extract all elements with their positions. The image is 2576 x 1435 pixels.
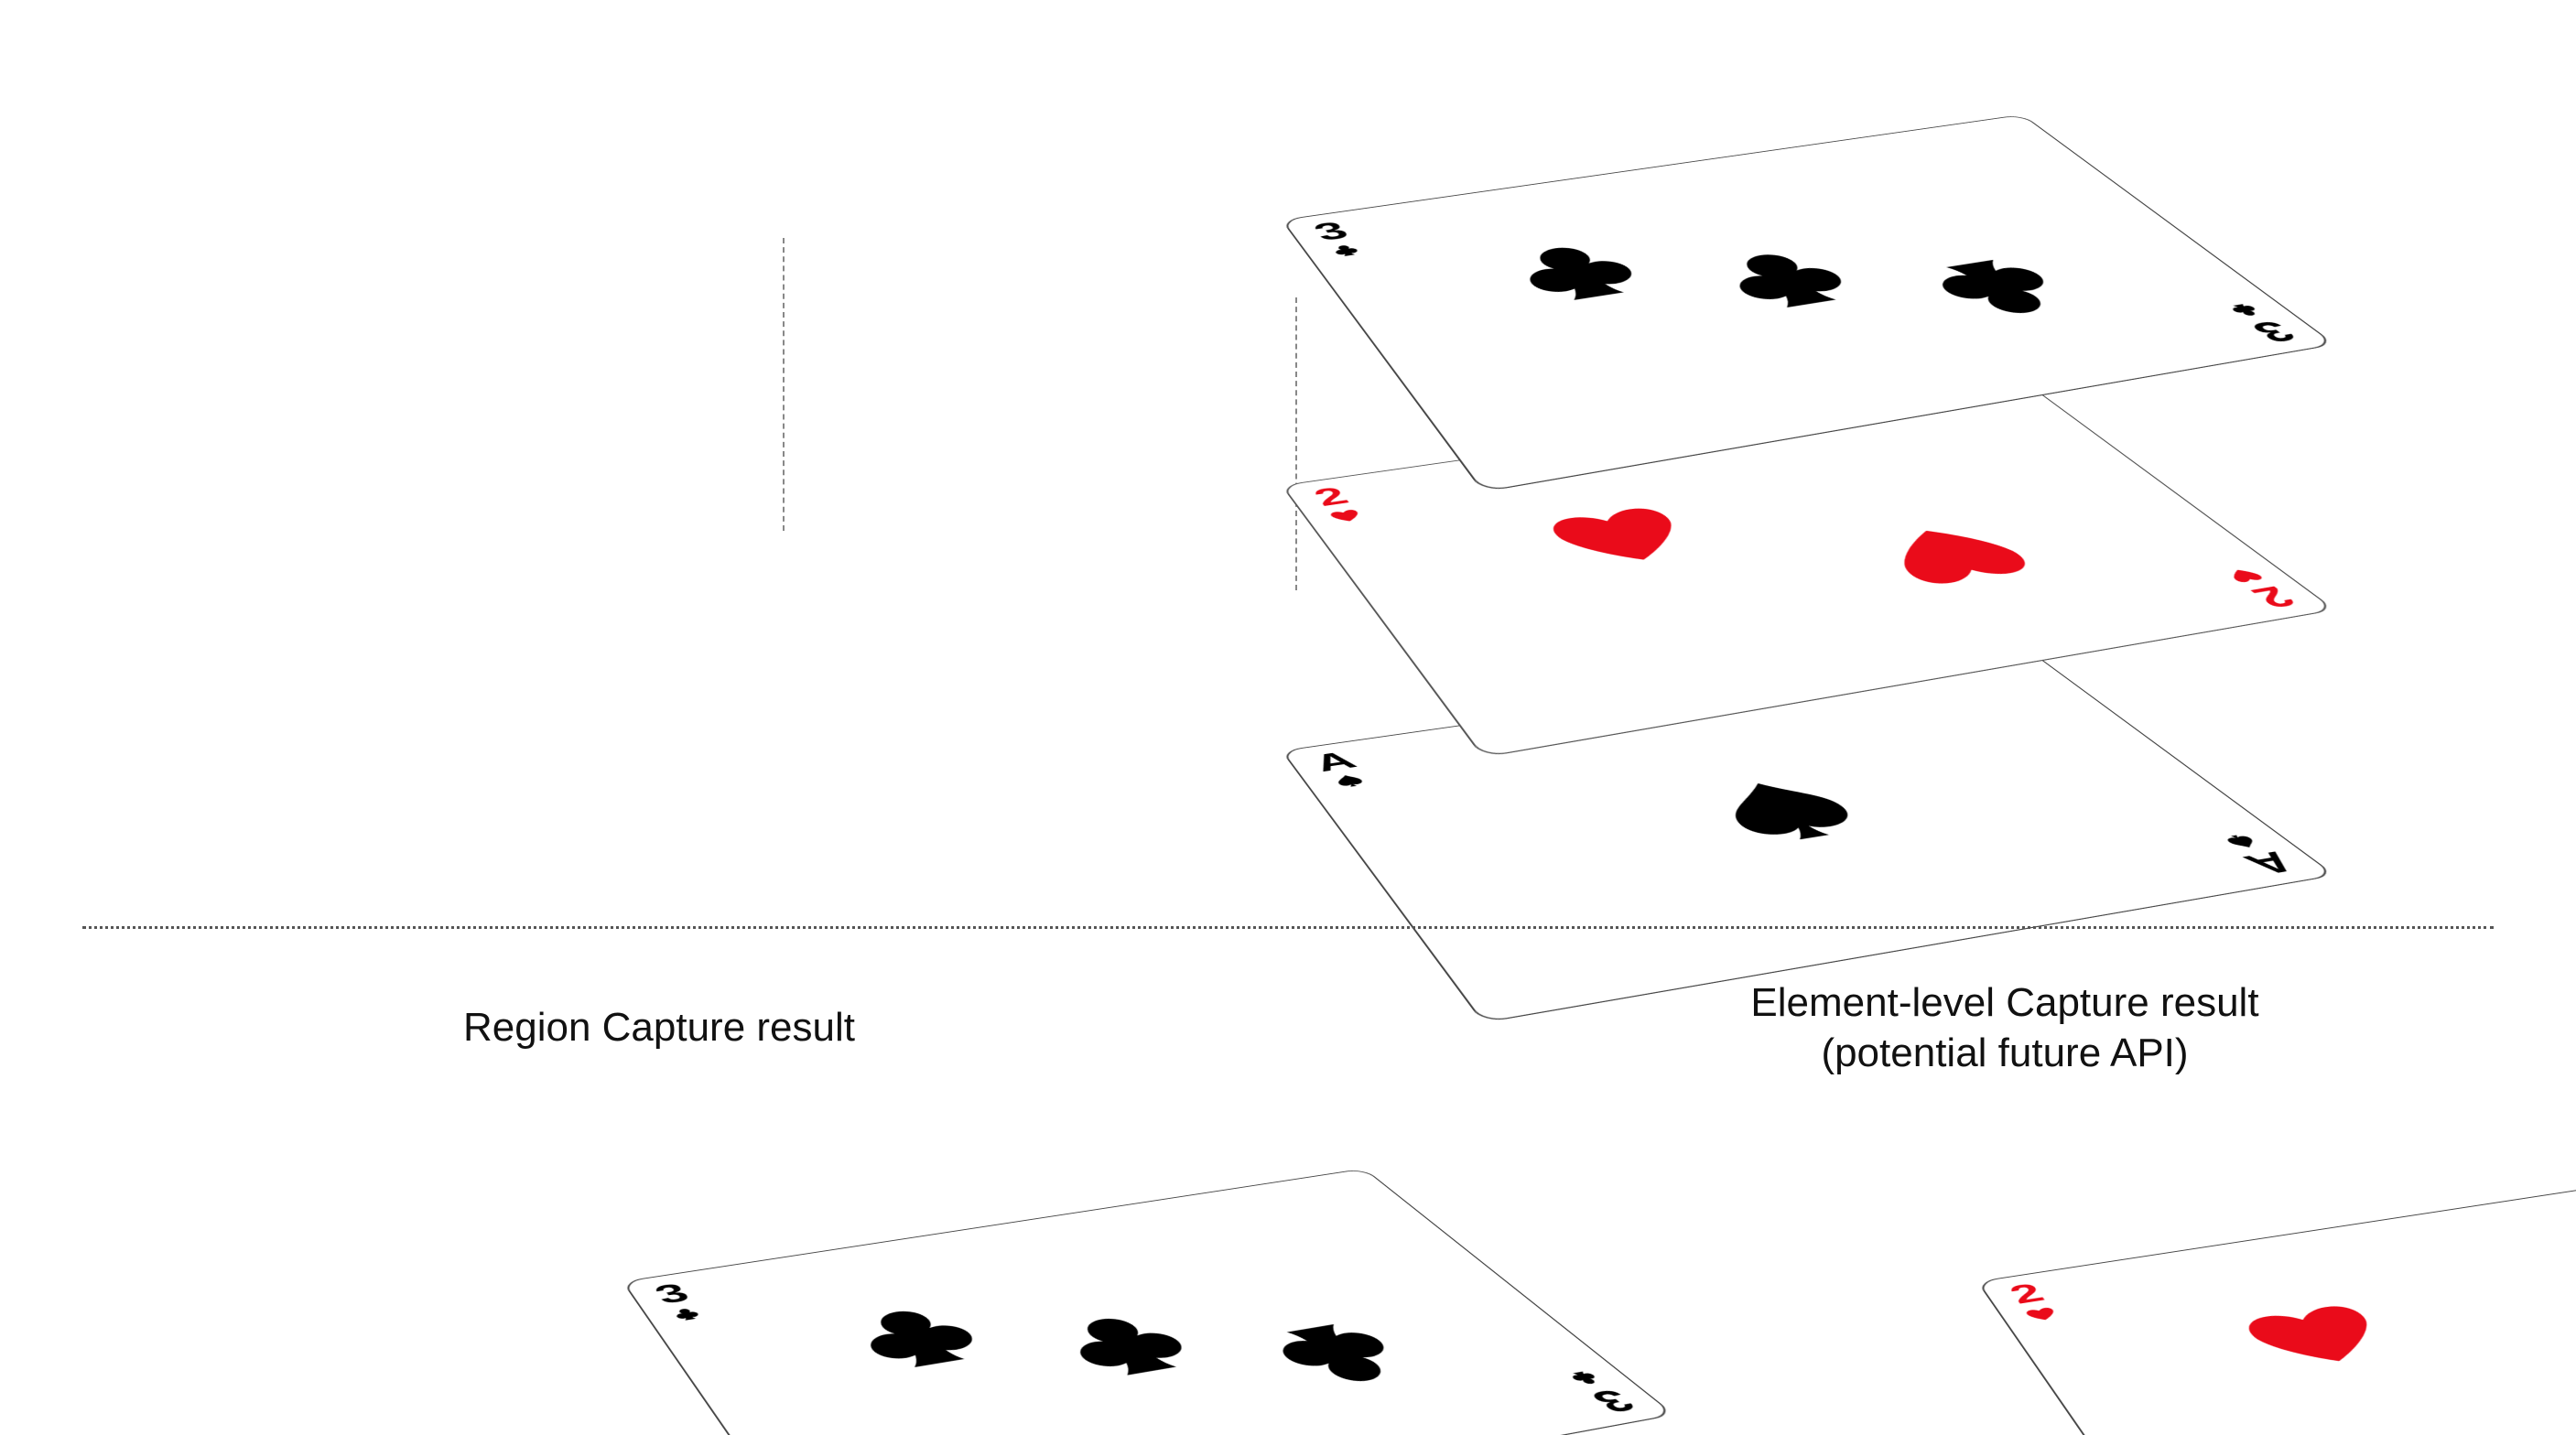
heart-icon [1529,497,1717,578]
heart-icon [2549,1311,2576,1400]
card-corner: 3 [650,1281,708,1324]
card-rank: 3 [650,1281,694,1307]
spade-icon [1684,768,1892,856]
club-icon [1561,1367,1608,1388]
caption-element-line1: Element-level Capture result [1750,980,2258,1025]
card-ace-spades: A A [1281,645,2336,1023]
heart-icon [2021,1305,2062,1324]
card-three-clubs: 3 3 [1281,114,2336,492]
card-rank: 2 [1309,485,1353,510]
card-rank: 2 [2005,1281,2049,1307]
club-icon [1891,244,2106,333]
result-element-card: 2 2 [1976,1281,1977,1282]
card-corner: A [2214,831,2303,878]
heart-icon [2224,1294,2413,1381]
card-corner: 2 [2221,566,2303,610]
dashed-connector [1295,297,1297,590]
card-two-hearts: 2 2 [1976,1168,2576,1435]
heart-icon [1854,513,2054,597]
section-divider [82,926,2494,929]
club-icon [1684,237,1892,325]
heart-icon [2221,566,2268,585]
club-icon [1025,1300,1232,1394]
card-three-clubs-layer: 3 3 [1281,220,1282,221]
card-rank: 3 [1309,220,1353,244]
heart-icon [1326,507,1366,525]
card-ace-spades-layer: A A [1281,750,1282,751]
card-three-clubs: 3 3 [622,1168,1675,1435]
club-icon [1326,242,1366,260]
spade-icon [2217,832,2265,851]
card-corner: 3 [1309,220,1367,260]
card-corner: 3 [1561,1367,1642,1416]
card-two-hearts: 2 2 [1281,380,2336,758]
card-rank: A [2237,848,2303,878]
card-rank: 3 [1584,1386,1641,1415]
card-two-hearts-layer: 2 2 [1281,485,1282,486]
caption-element-line2: (potential future API) [1821,1030,2188,1075]
card-corner: 3 [2221,300,2303,345]
card-corner: 2 [1309,485,1367,525]
card-corner: A [1309,750,1374,791]
diagram-stage: A A 2 2 [0,0,2576,1435]
club-icon [1479,230,1680,317]
card-rank: 2 [2245,583,2302,610]
card-rank: A [1309,750,1361,775]
card-corner: 2 [2005,1281,2062,1324]
club-icon [820,1292,1020,1386]
club-icon [1232,1308,1446,1403]
dashed-connector [783,238,785,531]
club-icon [666,1305,707,1324]
club-icon [2221,300,2268,319]
spade-icon [1329,772,1369,791]
caption-region: Region Capture result [375,1002,943,1052]
card-rank: 3 [2245,318,2302,345]
caption-element: Element-level Capture result (potential … [1639,977,2371,1078]
